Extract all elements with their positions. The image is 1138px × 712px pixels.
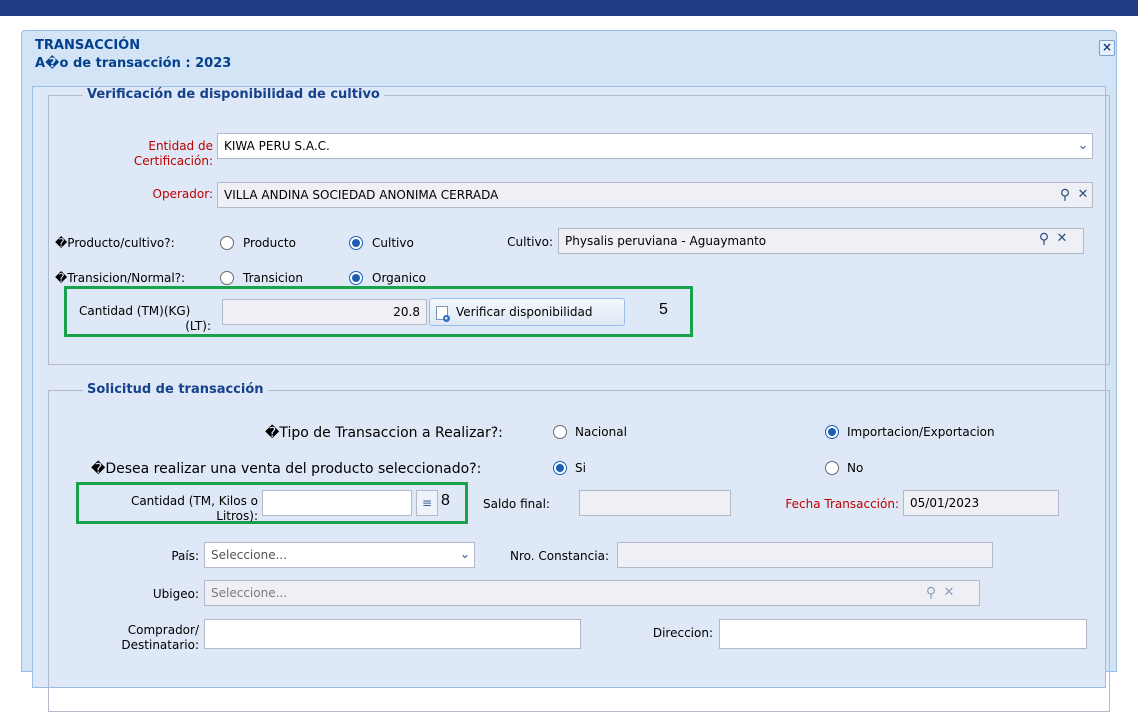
chevron-down-icon[interactable]: ⌄ [1073, 134, 1093, 158]
fecha-field: 05/01/2023 [903, 490, 1059, 516]
radio-transicion-label: Transicion [243, 271, 303, 285]
radio-cultivo-label: Cultivo [372, 236, 414, 250]
cantidad-solicitud-input[interactable] [262, 490, 412, 516]
cultivo-field: Physalis peruviana - Aguaymanto [558, 228, 1084, 254]
radio-producto-label: Producto [243, 236, 296, 250]
top-band [0, 0, 1138, 16]
fecha-label: Fecha Transacción: [785, 497, 899, 511]
radio-no[interactable] [825, 461, 839, 475]
ubigeo-field: Seleccione... [204, 580, 980, 606]
radio-organico[interactable] [349, 271, 363, 285]
direccion-label: Direccion: [652, 626, 713, 640]
saldo-field [579, 490, 731, 516]
window-subtitle: A�o de transacción : 2023 [35, 56, 232, 71]
radio-organico-label: Organico [372, 271, 427, 285]
radio-cultivo[interactable] [349, 236, 363, 250]
radio-si-label: Si [575, 461, 586, 475]
solicitud-legend: Solicitud de transacción [83, 382, 268, 398]
radio-transicion[interactable] [220, 271, 234, 285]
annotation-5: 5 [659, 301, 668, 318]
cantidad-label-line2: (LT): [185, 319, 211, 333]
operador-label: Operador: [152, 187, 213, 201]
radio-nacional-label: Nacional [575, 425, 627, 439]
entidad-label-line2: Certificación: [133, 154, 213, 168]
radio-nacional[interactable] [553, 425, 567, 439]
venta-question: �Desea realizar una venta del producto s… [91, 461, 482, 477]
constancia-label: Nro. Constancia: [510, 549, 609, 563]
constancia-field [617, 542, 993, 568]
ubigeo-label: Ubigeo: [152, 587, 199, 601]
comprador-label-line1: Comprador/ [127, 623, 199, 637]
tipo-question: �Tipo de Transaccion a Realizar?: [265, 425, 503, 441]
chevron-down-icon[interactable]: ⌄ [455, 543, 475, 567]
entidad-combo[interactable]: KIWA PERU S.A.C. [217, 133, 1093, 159]
producto-question: �Producto/cultivo?: [55, 236, 175, 250]
search-icon[interactable]: ⚲ [1035, 230, 1053, 248]
search-icon[interactable]: ⚲ [1056, 186, 1074, 204]
transaction-window: TRANSACCIÓN A�o de transacción : 2023 × … [21, 30, 1117, 712]
entidad-label-line1: Entidad de [148, 139, 213, 153]
verification-legend: Verificación de disponibilidad de cultiv… [83, 87, 384, 103]
search-icon[interactable]: ⚲ [922, 584, 940, 602]
operador-field: VILLA ANDINA SOCIEDAD ANONIMA CERRADA [217, 182, 1093, 208]
saldo-label: Saldo final: [483, 497, 550, 511]
clear-icon[interactable]: ✕ [1074, 186, 1092, 204]
radio-importacion[interactable] [825, 425, 839, 439]
comprador-label-line2: Destinatario: [121, 638, 199, 652]
direccion-input[interactable] [719, 619, 1087, 649]
clear-icon[interactable]: ✕ [1053, 230, 1071, 248]
transicion-question: �Transicion/Normal?: [55, 271, 186, 285]
radio-si[interactable] [553, 461, 567, 475]
cultivo-label: Cultivo: [507, 235, 553, 249]
clear-icon[interactable]: ✕ [940, 584, 958, 602]
radio-importacion-label: Importacion/Exportacion [847, 425, 995, 439]
comprador-input[interactable] [204, 619, 581, 649]
document-search-icon [436, 306, 450, 322]
verify-availability-button[interactable]: Verificar disponibilidad [429, 298, 625, 326]
radio-no-label: No [847, 461, 864, 475]
radio-producto[interactable] [220, 236, 234, 250]
window-body: Verificación de disponibilidad de cultiv… [32, 86, 1110, 712]
window-title: TRANSACCIÓN [35, 38, 141, 53]
cantidad-label-line1: Cantidad (TM)(KG) [79, 304, 191, 318]
cantidad-sol-label-line2: Litros): [216, 509, 258, 523]
annotation-8: 8 [441, 492, 450, 509]
pais-label: País: [171, 549, 199, 563]
cantidad-verificacion-field: 20.8 [222, 299, 427, 325]
verify-availability-label: Verificar disponibilidad [456, 305, 593, 319]
calculator-icon[interactable]: ≡ [416, 490, 438, 516]
close-icon[interactable]: × [1099, 40, 1115, 56]
cantidad-sol-label-line1: Cantidad (TM, Kilos o [130, 494, 258, 508]
pais-combo[interactable]: Seleccione... [204, 542, 475, 568]
